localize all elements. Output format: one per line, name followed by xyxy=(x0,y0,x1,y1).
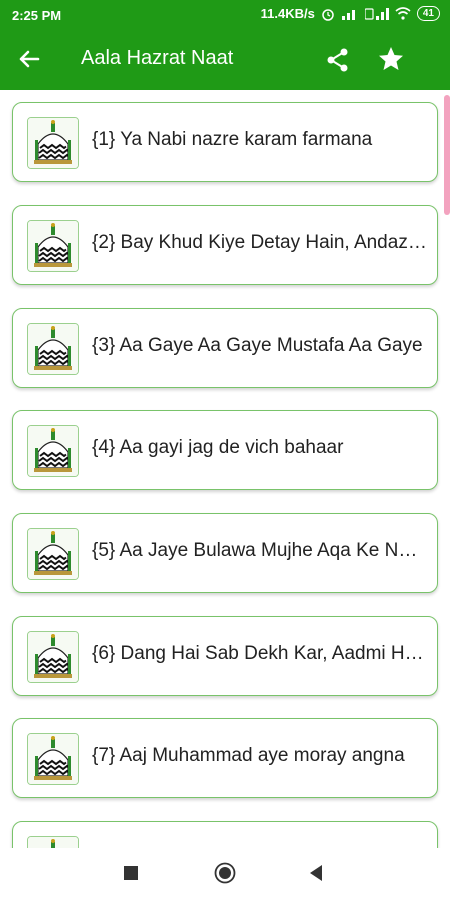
naat-thumbnail xyxy=(27,836,79,848)
naat-thumbnail xyxy=(27,323,79,375)
arrow-back-icon[interactable] xyxy=(14,44,44,74)
naat-list-item[interactable]: {6} Dang Hai Sab Dekh Kar, Aadmi Hairan … xyxy=(12,616,438,696)
signal-icon-2 xyxy=(364,7,389,20)
naat-title: {1} Ya Nabi nazre karam farmana xyxy=(92,129,373,150)
shrine-icon xyxy=(28,837,78,848)
signal-icon xyxy=(341,9,355,20)
app-bar: Aala Hazrat Naat xyxy=(0,30,450,90)
naat-thumbnail xyxy=(27,733,79,785)
status-icons: 11.4KB/s 41 xyxy=(261,6,440,21)
naat-list-item[interactable]: {5} Aa Jaye Bulawa Mujhe Aqa Ke Nagar Se xyxy=(12,513,438,593)
status-bar: 2:25 PM 11.4KB/s 41 xyxy=(0,0,450,30)
scrollbar[interactable] xyxy=(444,95,450,215)
naat-list-item[interactable]: {2} Bay Khud Kiye Detay Hain, Andaz-e-Hi… xyxy=(12,205,438,285)
shrine-icon xyxy=(28,324,78,374)
shrine-icon xyxy=(28,632,78,682)
naat-list-item[interactable]: {1} Ya Nabi nazre karam farmana xyxy=(12,102,438,182)
network-speed: 11.4KB/s xyxy=(260,6,315,21)
shrine-icon xyxy=(28,426,78,476)
status-time: 2:25 PM xyxy=(12,8,62,23)
naat-thumbnail xyxy=(27,528,79,580)
naat-title: {2} Bay Khud Kiye Detay Hain, Andaz-e-Hi… xyxy=(92,232,427,253)
back-button[interactable] xyxy=(308,864,324,882)
naat-title: {3} Aa Gaye Aa Gaye Mustafa Aa Gaye xyxy=(92,335,423,356)
page-title: Aala Hazrat Naat xyxy=(81,47,234,69)
naat-thumbnail xyxy=(27,425,79,477)
naat-title: {4} Aa gayi jag de vich bahaar xyxy=(92,437,344,458)
naat-title: {6} Dang Hai Sab Dekh Kar, Aadmi Hairan … xyxy=(92,643,427,664)
star-icon[interactable] xyxy=(376,44,406,74)
battery-indicator: 41 xyxy=(416,6,440,21)
alarm-icon xyxy=(322,8,334,21)
shrine-icon xyxy=(28,529,78,579)
recents-button[interactable] xyxy=(124,866,138,880)
naat-title: {7} Aaj Muhammad aye moray angna xyxy=(92,745,405,766)
shrine-icon xyxy=(28,221,78,271)
naat-thumbnail xyxy=(27,631,79,683)
naat-title: {5} Aa Jaye Bulawa Mujhe Aqa Ke Nagar Se xyxy=(92,540,427,561)
shrine-icon xyxy=(28,118,78,168)
naat-thumbnail xyxy=(27,220,79,272)
naat-list-item[interactable]: {7} Aaj Muhammad aye moray angna xyxy=(12,718,438,798)
home-button[interactable] xyxy=(214,862,236,884)
share-icon[interactable] xyxy=(324,46,352,74)
naat-thumbnail xyxy=(27,117,79,169)
naat-list: {1} Ya Nabi nazre karam farmana {2} Bay K… xyxy=(0,90,450,848)
naat-list-item[interactable]: {3} Aa Gaye Aa Gaye Mustafa Aa Gaye xyxy=(12,308,438,388)
naat-list-item[interactable] xyxy=(12,821,438,848)
naat-list-item[interactable]: {4} Aa gayi jag de vich bahaar xyxy=(12,410,438,490)
shrine-icon xyxy=(28,734,78,784)
wifi-icon xyxy=(395,7,411,20)
